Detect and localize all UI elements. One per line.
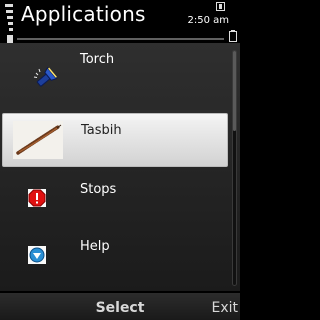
list-item-tasbih[interactable]: Tasbih	[2, 113, 228, 167]
clock: 2:50 am	[187, 15, 229, 26]
scrollbar-thumb[interactable]	[233, 51, 236, 131]
exit-softkey[interactable]: Exit	[211, 300, 238, 316]
help-icon	[28, 246, 46, 264]
list-item-label: Stops	[80, 182, 117, 197]
page-title: Applications	[21, 2, 146, 26]
title-bar: Applications 2:50 am	[0, 0, 240, 43]
battery-icon	[229, 30, 237, 42]
list-item-label: Torch	[80, 52, 115, 67]
app-list: Torch Tasbih Stops Help	[0, 43, 240, 291]
list-item-torch[interactable]: Torch	[0, 43, 230, 100]
softkey-bar: Select Exit	[0, 293, 240, 320]
torch-icon	[33, 67, 57, 87]
list-item-label: Tasbih	[81, 123, 122, 138]
stop-sign-icon	[28, 189, 46, 207]
header-divider	[17, 38, 224, 40]
list-item-stops[interactable]: Stops	[0, 173, 230, 230]
network-icon	[216, 2, 225, 11]
signal-strength-icon	[5, 4, 13, 43]
tasbih-icon	[13, 121, 63, 159]
scrollbar[interactable]	[232, 50, 237, 286]
list-item-help[interactable]: Help	[0, 230, 230, 287]
select-softkey[interactable]: Select	[0, 300, 240, 316]
list-item-label: Help	[80, 239, 110, 254]
